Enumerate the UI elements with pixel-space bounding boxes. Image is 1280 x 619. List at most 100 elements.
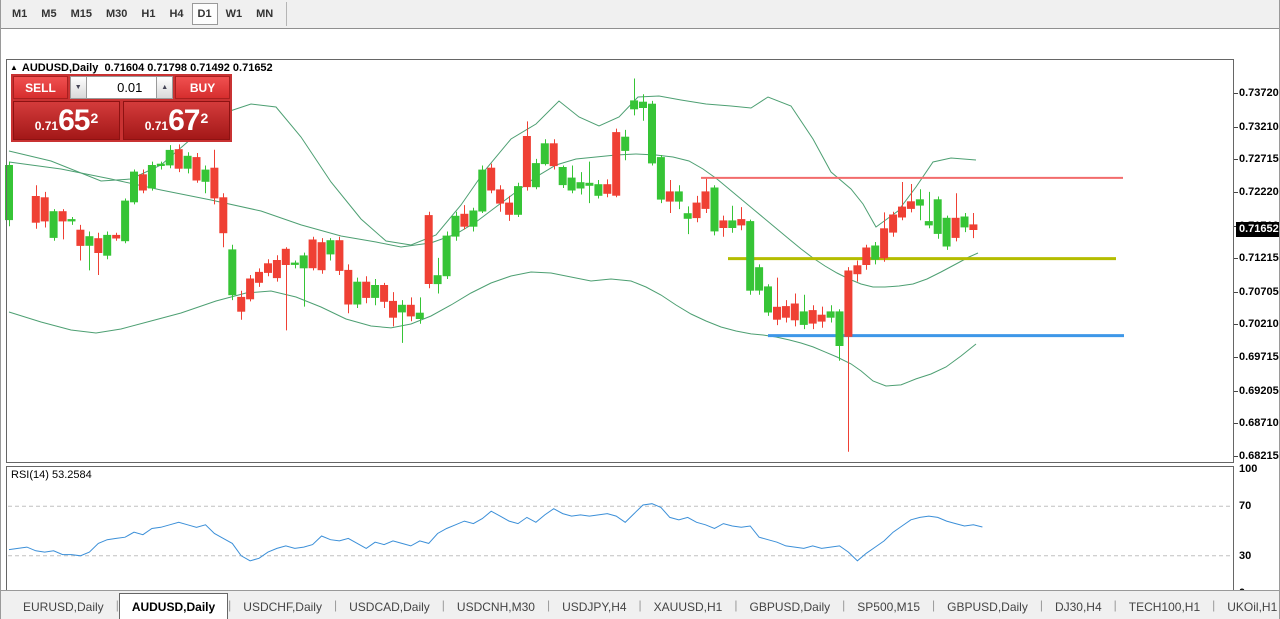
candle-body bbox=[67, 219, 76, 222]
rsi-line bbox=[8, 503, 983, 562]
candle-body bbox=[594, 184, 603, 196]
sell-button[interactable]: SELL bbox=[13, 76, 68, 99]
candle-body bbox=[210, 167, 219, 199]
candle-body bbox=[353, 281, 362, 305]
price-axis-label: 0.73210 bbox=[1239, 120, 1279, 133]
candle-body bbox=[567, 177, 576, 191]
candle-body bbox=[156, 163, 165, 166]
candle-body bbox=[576, 182, 585, 189]
candle-body bbox=[442, 235, 451, 277]
timeframe-button-w1[interactable]: W1 bbox=[220, 3, 249, 25]
candle-body bbox=[871, 245, 880, 260]
toolbar-separator bbox=[286, 2, 288, 26]
candle-body bbox=[558, 167, 567, 186]
candle-body bbox=[85, 236, 94, 246]
timeframe-button-m5[interactable]: M5 bbox=[35, 3, 62, 25]
lot-size-input[interactable]: 0.01 bbox=[86, 76, 157, 99]
timeframe-button-d1[interactable]: D1 bbox=[191, 3, 218, 25]
timeframe-button-mn[interactable]: MN bbox=[250, 3, 279, 25]
candle-body bbox=[933, 199, 942, 234]
rsi-axis-label: 70 bbox=[1239, 500, 1252, 513]
candle-body bbox=[639, 101, 647, 108]
price-tick bbox=[1234, 291, 1238, 293]
timeframe-button-m1[interactable]: M1 bbox=[6, 3, 33, 25]
candle-body bbox=[549, 143, 558, 167]
candle-body bbox=[496, 189, 505, 204]
candle-body bbox=[522, 136, 531, 188]
price-tick bbox=[1234, 126, 1238, 128]
candle-body bbox=[915, 199, 924, 206]
price-axis-label: 0.72715 bbox=[1239, 153, 1279, 166]
chart-tab-gbpusd-7[interactable]: GBPUSD,Daily bbox=[737, 595, 842, 619]
candle-body bbox=[880, 228, 889, 259]
chart-tab-dj30-10[interactable]: DJ30,H4 bbox=[1043, 595, 1114, 619]
candle-body bbox=[692, 202, 701, 219]
symbol-marker-icon: ▲ bbox=[10, 63, 18, 72]
candle-body bbox=[683, 213, 692, 219]
price-tick bbox=[1234, 93, 1238, 94]
lot-decrease-button[interactable]: ▼ bbox=[69, 76, 87, 99]
buy-button[interactable]: BUY bbox=[175, 76, 230, 99]
timeframe-button-m30[interactable]: M30 bbox=[100, 3, 133, 25]
candle-body bbox=[674, 191, 683, 202]
ask-price-small: 0.71 bbox=[144, 119, 169, 133]
price-tick bbox=[1234, 390, 1238, 392]
chart-tab-xauusd-6[interactable]: XAUUSD,H1 bbox=[642, 595, 735, 619]
candle-body bbox=[201, 169, 210, 182]
candle-body bbox=[469, 210, 478, 227]
spin-up-icon: ▲ bbox=[161, 84, 169, 91]
chart-title: ▲ AUDUSD,Daily 0.71604 0.71798 0.71492 0.… bbox=[10, 62, 273, 74]
chart-tab-usdchf-2[interactable]: USDCHF,Daily bbox=[231, 595, 334, 619]
chart-tab-usdcnh-4[interactable]: USDCNH,M30 bbox=[445, 595, 547, 619]
candle-body bbox=[165, 149, 174, 166]
timeframe-button-h1[interactable]: H1 bbox=[135, 3, 161, 25]
chart-tab-gbpusd-9[interactable]: GBPUSD,Daily bbox=[935, 595, 1040, 619]
candle-body bbox=[174, 149, 183, 169]
candle-body bbox=[942, 217, 951, 247]
candle-body bbox=[237, 296, 246, 312]
candle-body bbox=[228, 249, 237, 296]
candle-body bbox=[362, 281, 371, 298]
chart-tab-eurusd-0[interactable]: EURUSD,Daily bbox=[11, 595, 116, 619]
candle-body bbox=[737, 219, 746, 226]
price-axis[interactable]: 0.737200.732100.727150.722200.717100.712… bbox=[1234, 59, 1279, 599]
rsi-axis-label: 100 bbox=[1239, 463, 1258, 475]
candle-body bbox=[612, 132, 621, 196]
lot-increase-button[interactable]: ▲ bbox=[156, 76, 174, 99]
rsi-plot-frame bbox=[6, 466, 1234, 594]
chart-window[interactable]: ▲ AUDUSD,Daily 0.71604 0.71798 0.71492 0.… bbox=[1, 29, 1279, 619]
timeframe-button-h4[interactable]: H4 bbox=[163, 3, 189, 25]
chart-tab-ukoil-12[interactable]: UKOil,H1 bbox=[1215, 595, 1279, 619]
candle-body bbox=[906, 201, 915, 209]
candle-body bbox=[76, 229, 85, 246]
candle-body bbox=[281, 248, 290, 266]
candle-body bbox=[406, 304, 415, 317]
bollinger-lower-band bbox=[8, 271, 977, 387]
chart-tab-audusd-1[interactable]: AUDUSD,Daily bbox=[118, 593, 229, 619]
price-axis-label: 0.72220 bbox=[1239, 185, 1279, 198]
candle-body bbox=[219, 197, 228, 234]
chart-tab-usdjpy-5[interactable]: USDJPY,H4 bbox=[550, 595, 638, 619]
chart-tab-usdcad-3[interactable]: USDCAD,Daily bbox=[337, 595, 442, 619]
candle-body bbox=[103, 234, 112, 256]
chart-tab-sp500-8[interactable]: SP500,M15 bbox=[845, 595, 932, 619]
bid-quote-button[interactable]: 0.71 65 2 bbox=[13, 101, 120, 140]
price-tick bbox=[1234, 456, 1238, 457]
candle-body bbox=[478, 169, 487, 212]
price-tick bbox=[1234, 258, 1238, 260]
candle-body bbox=[299, 255, 308, 269]
candle-body bbox=[397, 304, 406, 313]
candle-body bbox=[790, 303, 799, 321]
chart-tab-tech100-11[interactable]: TECH100,H1 bbox=[1117, 595, 1212, 619]
candle-body bbox=[290, 262, 299, 265]
price-axis-label: 0.68215 bbox=[1239, 450, 1279, 462]
timeframe-button-m15[interactable]: M15 bbox=[65, 3, 98, 25]
candle-body bbox=[665, 191, 674, 202]
candle-body bbox=[460, 213, 469, 227]
candle-body bbox=[746, 221, 755, 291]
candle-body bbox=[844, 270, 853, 337]
ask-quote-button[interactable]: 0.71 67 2 bbox=[123, 101, 230, 140]
candle-body bbox=[326, 240, 335, 255]
rsi-indicator-canvas[interactable] bbox=[1, 466, 1234, 594]
price-tick bbox=[1234, 191, 1238, 193]
